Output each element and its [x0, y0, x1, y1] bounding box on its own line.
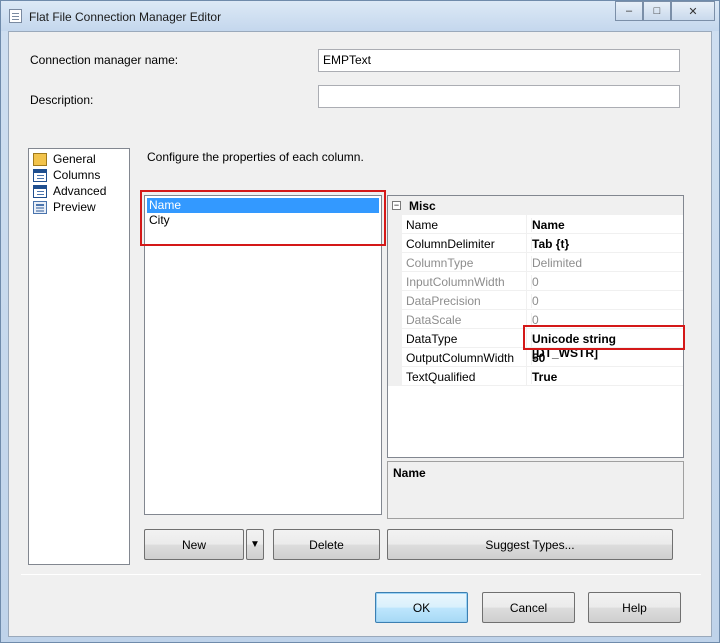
row-gutter [388, 291, 402, 310]
column-separator [526, 253, 527, 272]
property-row-columntype[interactable]: ColumnType Delimited [388, 253, 683, 272]
column-separator [526, 215, 527, 234]
row-gutter [388, 253, 402, 272]
nav-item-label: Preview [53, 200, 96, 214]
footer-divider [21, 574, 701, 575]
column-separator [526, 291, 527, 310]
property-value[interactable]: Tab {t} [531, 237, 569, 251]
property-row-dataprecision[interactable]: DataPrecision 0 [388, 291, 683, 310]
property-row-textqualified[interactable]: TextQualified True [388, 367, 683, 386]
row-gutter [388, 234, 402, 253]
row-gutter [388, 348, 402, 367]
column-separator [526, 367, 527, 386]
columns-list[interactable]: Name City [144, 195, 382, 515]
property-name: TextQualified [406, 370, 476, 384]
ok-button-label: OK [412, 600, 431, 615]
connection-manager-name-label: Connection manager name: [30, 53, 179, 67]
property-row-columndelimiter[interactable]: ColumnDelimiter Tab {t} [388, 234, 683, 253]
dialog-window: Flat File Connection Manager Editor – □ … [0, 0, 720, 643]
property-value: Delimited [531, 256, 583, 270]
restore-icon: □ [653, 5, 661, 17]
dialog-app-icon [9, 9, 22, 23]
restore-button[interactable]: □ [643, 1, 671, 21]
property-name: DataType [406, 332, 458, 346]
cancel-button-label: Cancel [509, 600, 548, 615]
description-label: Description: [30, 93, 94, 107]
minimize-icon: – [625, 5, 633, 17]
property-row-datatype[interactable]: DataType Unicode string [DT_WSTR] [388, 329, 683, 360]
property-row-name[interactable]: Name Name [388, 215, 683, 234]
property-value: 0 [531, 313, 539, 327]
property-name: DataScale [406, 313, 462, 327]
nav-item-label: Advanced [53, 184, 107, 198]
property-description-title: Name [393, 466, 426, 480]
new-dropdown-button[interactable]: ▼ [246, 529, 264, 560]
nav-item-advanced[interactable]: Advanced [33, 183, 106, 199]
general-page-icon [33, 152, 47, 166]
close-icon: ✕ [688, 5, 698, 18]
description-input[interactable] [318, 85, 680, 108]
window-controls: – □ ✕ [615, 1, 715, 21]
cancel-button[interactable]: Cancel [482, 592, 575, 623]
title-bar[interactable]: Flat File Connection Manager Editor – □ … [1, 1, 719, 31]
connection-manager-name-input[interactable]: EMPText [318, 49, 680, 72]
property-name: OutputColumnWidth [406, 351, 515, 365]
list-item[interactable]: City [147, 213, 379, 228]
property-name: ColumnType [406, 256, 474, 270]
instruction-text: Configure the properties of each column. [147, 150, 364, 164]
minimize-button[interactable]: – [615, 1, 643, 21]
row-gutter [388, 329, 402, 348]
column-separator [526, 310, 527, 329]
nav-item-general[interactable]: General [33, 151, 96, 167]
column-separator [526, 272, 527, 291]
property-name: ColumnDelimiter [406, 237, 495, 251]
window-title: Flat File Connection Manager Editor [29, 10, 222, 24]
preview-page-icon [33, 200, 47, 214]
property-description-panel: Name [387, 461, 684, 519]
property-row-outputcolumnwidth[interactable]: OutputColumnWidth 50 [388, 348, 683, 367]
new-button[interactable]: New [144, 529, 244, 560]
column-separator [526, 348, 527, 367]
new-button-label: New [181, 537, 206, 552]
property-grid[interactable]: − Misc Name Name ColumnDelimiter Tab {t}… [387, 195, 684, 458]
row-gutter [388, 367, 402, 386]
property-name: DataPrecision [406, 294, 481, 308]
row-gutter [388, 272, 402, 291]
columns-page-icon [33, 168, 47, 182]
column-separator [526, 329, 527, 348]
property-value[interactable]: True [531, 370, 557, 384]
help-button-label: Help [622, 600, 647, 615]
collapse-icon[interactable]: − [392, 201, 401, 210]
property-name: Name [406, 218, 439, 232]
property-value: 0 [531, 294, 539, 308]
nav-item-label: General [53, 152, 96, 166]
help-button[interactable]: Help [588, 592, 681, 623]
property-category-label: Misc [409, 198, 436, 213]
property-value: 0 [531, 275, 539, 289]
nav-item-preview[interactable]: Preview [33, 199, 96, 215]
row-gutter [388, 310, 402, 329]
property-row-datascale[interactable]: DataScale 0 [388, 310, 683, 329]
close-button[interactable]: ✕ [671, 1, 715, 21]
column-separator [526, 234, 527, 253]
delete-button-label: Delete [309, 537, 344, 552]
dialog-client-area: Connection manager name: EMPText Descrip… [8, 31, 712, 637]
delete-button[interactable]: Delete [273, 529, 380, 560]
property-value[interactable]: Name [531, 218, 565, 232]
property-row-inputcolumnwidth[interactable]: InputColumnWidth 0 [388, 272, 683, 291]
list-item[interactable]: Name [147, 198, 379, 213]
property-name: InputColumnWidth [406, 275, 505, 289]
nav-item-columns[interactable]: Columns [33, 167, 100, 183]
suggest-types-button-label: Suggest Types... [485, 537, 575, 552]
advanced-page-icon [33, 184, 47, 198]
ok-button[interactable]: OK [375, 592, 468, 623]
nav-item-label: Columns [53, 168, 101, 182]
chevron-down-icon: ▼ [250, 538, 260, 550]
suggest-types-button[interactable]: Suggest Types... [387, 529, 673, 560]
property-value[interactable]: 50 [531, 351, 545, 365]
property-category-misc[interactable]: − Misc [388, 196, 683, 215]
row-gutter [388, 215, 402, 234]
page-navigation-list: General Columns Advanced Preview [28, 148, 130, 565]
